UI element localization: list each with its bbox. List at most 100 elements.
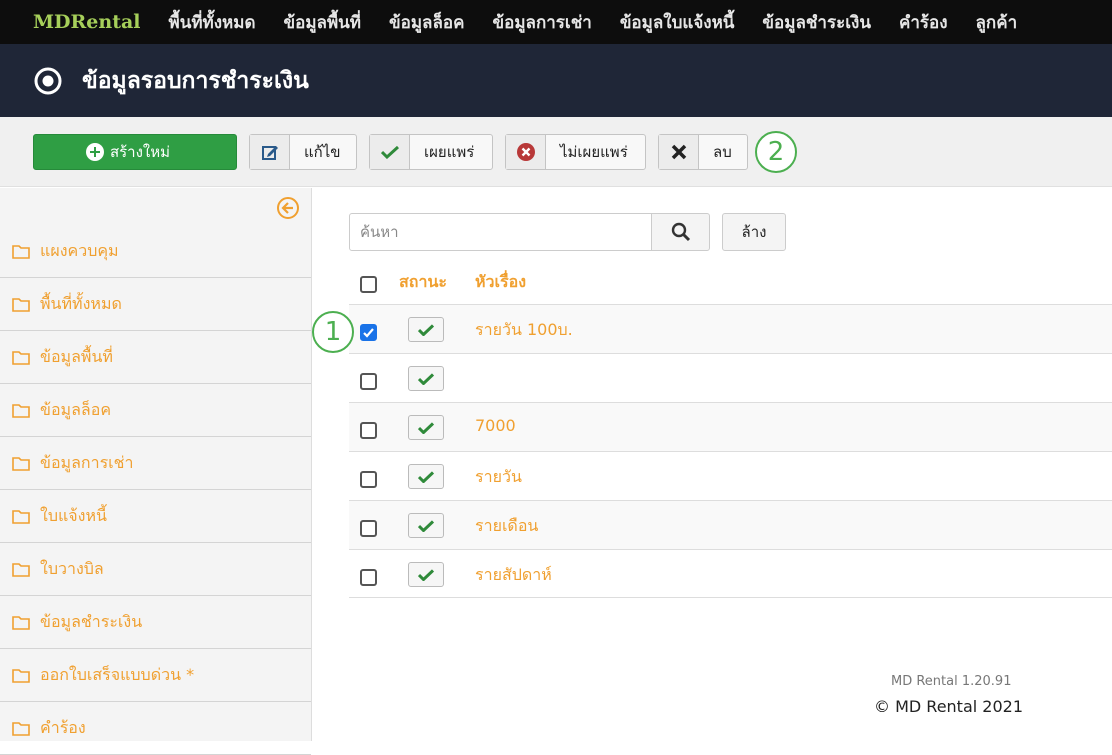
annotation-badge-1: 1 [312,311,354,353]
annotation-badge-2: 2 [755,131,797,173]
folder-icon [12,403,30,418]
sidebar-item-area-info[interactable]: ข้อมูลพื้นที่ [0,331,311,384]
publish-status-button[interactable] [408,317,444,342]
nav-item-all-areas[interactable]: พื้นที่ทั้งหมด [169,9,256,36]
check-icon [418,372,434,385]
new-button[interactable]: สร้างใหม่ [33,134,237,170]
nav-item-rental-info[interactable]: ข้อมูลการเช่า [492,9,591,36]
folder-icon [12,244,30,259]
sidebar-item-all-areas[interactable]: พื้นที่ทั้งหมด [0,278,311,331]
table-row: 7000 [349,402,1112,451]
top-navbar: MDRental พื้นที่ทั้งหมด ข้อมูลพื้นที่ ข้… [0,0,1112,44]
publish-status-button[interactable] [408,415,444,440]
folder-icon [12,668,30,683]
row-checkbox[interactable] [360,324,377,341]
unpublish-button-label: ไม่เผยแพร่ [560,143,628,161]
table-row: รายวัน 100บ. [349,304,1112,353]
check-icon [370,135,410,169]
title-bar: ข้อมูลรอบการชำระเงิน [0,44,1112,117]
table-row: รายวัน [349,451,1112,500]
sidebar-item-label: แผงควบคุม [40,240,119,260]
folder-icon [12,562,30,577]
sidebar-item-label: ข้อมูลล็อค [40,399,112,419]
row-title-link[interactable]: รายวัน [475,465,522,490]
folder-icon [12,297,30,312]
sidebar-item-label: คำร้อง [40,717,86,737]
select-all-checkbox[interactable] [360,276,377,293]
publish-status-button[interactable] [408,562,444,587]
nav-item-lock-info[interactable]: ข้อมูลล็อค [389,9,464,36]
row-checkbox[interactable] [360,373,377,390]
row-checkbox[interactable] [360,569,377,586]
sidebar-item-label: ออกใบเสร็จแบบด่วน * [40,664,195,684]
sidebar-item-label: ใบวางบิล [40,558,104,578]
row-title-link[interactable]: 7000 [475,416,516,435]
sidebar-item-lock-info[interactable]: ข้อมูลล็อค [0,384,311,437]
sidebar-item-label: ใบแจ้งหนี้ [40,505,107,525]
nav-item-requests[interactable]: คำร้อง [899,9,948,36]
check-icon [418,421,434,434]
folder-icon [12,350,30,365]
column-header-status[interactable]: สถานะ [399,270,447,295]
publish-status-button[interactable] [408,464,444,489]
footer-version: MD Rental 1.20.91 [891,674,1012,689]
new-button-label: สร้างใหม่ [109,143,171,161]
clear-button[interactable]: ล้าง [722,213,786,251]
nav-item-invoice-info[interactable]: ข้อมูลใบแจ้งหนี้ [620,9,735,36]
sidebar-item-label: ข้อมูลการเช่า [40,452,134,472]
sidebar-item-quick-receipt[interactable]: ออกใบเสร็จแบบด่วน * [0,649,311,702]
sidebar-item-invoices[interactable]: ใบแจ้งหนี้ [0,490,311,543]
edit-button-label: แก้ไข [304,143,341,161]
row-checkbox[interactable] [360,471,377,488]
page-title: ข้อมูลรอบการชำระเงิน [82,67,309,94]
folder-icon [12,456,30,471]
row-title-link[interactable]: รายวัน 100บ. [475,318,573,343]
plus-circle-icon [85,143,104,161]
nav-item-payment-info[interactable]: ข้อมูลชำระเงิน [762,9,871,36]
unpublish-button[interactable]: ไม่เผยแพร่ [505,134,646,170]
check-icon [418,519,434,532]
sidebar-item-payment-info[interactable]: ข้อมูลชำระเงิน [0,596,311,649]
sidebar-item-label: ข้อมูลพื้นที่ [40,346,113,366]
x-circle-icon [506,135,546,169]
search-button[interactable] [651,213,710,251]
radio-circle-icon [34,67,62,94]
delete-button-label: ลบ [713,143,732,161]
nav-item-customers[interactable]: ลูกค้า [976,9,1018,36]
edit-icon [250,135,290,169]
folder-icon [12,615,30,630]
search-input[interactable] [349,213,652,251]
check-icon [418,470,434,483]
folder-icon [12,509,30,524]
sidebar-item-label: ข้อมูลชำระเงิน [40,611,143,631]
publish-button[interactable]: เผยแพร่ [369,134,493,170]
table-row [349,353,1112,402]
check-icon [418,568,434,581]
delete-button[interactable]: ลบ [658,134,748,170]
sidebar-item-rental-info[interactable]: ข้อมูลการเช่า [0,437,311,490]
nav-item-area-info[interactable]: ข้อมูลพื้นที่ [284,9,362,36]
row-checkbox[interactable] [360,520,377,537]
publish-button-label: เผยแพร่ [424,143,475,161]
row-title-link[interactable]: รายสัปดาห์ [475,563,552,588]
publish-status-button[interactable] [408,513,444,538]
table-row: รายสัปดาห์ [349,549,1112,598]
sidebar-item-requests[interactable]: คำร้อง [0,702,311,755]
sidebar-item-billing[interactable]: ใบวางบิล [0,543,311,596]
sidebar-item-label: พื้นที่ทั้งหมด [40,293,122,313]
toolbar: สร้างใหม่ แก้ไข เผยแพร่ ไม่เผยแพร่ ลบ 2 [0,117,1112,187]
edit-button[interactable]: แก้ไข [249,134,357,170]
row-title-link[interactable]: รายเดือน [475,514,538,539]
table-row: รายเดือน [349,500,1112,549]
folder-icon [12,721,30,736]
brand-logo[interactable]: MDRental [0,11,169,33]
sidebar-item-dashboard[interactable]: แผงควบคุม [0,225,311,278]
close-icon [659,135,699,169]
publish-status-button[interactable] [408,366,444,391]
column-header-title[interactable]: หัวเรื่อง [475,270,526,295]
check-icon [418,323,434,336]
search-icon [671,222,690,242]
arrow-left-circle-icon[interactable] [276,196,300,220]
row-checkbox[interactable] [360,422,377,439]
footer-copyright: © MD Rental 2021 [874,697,1024,716]
